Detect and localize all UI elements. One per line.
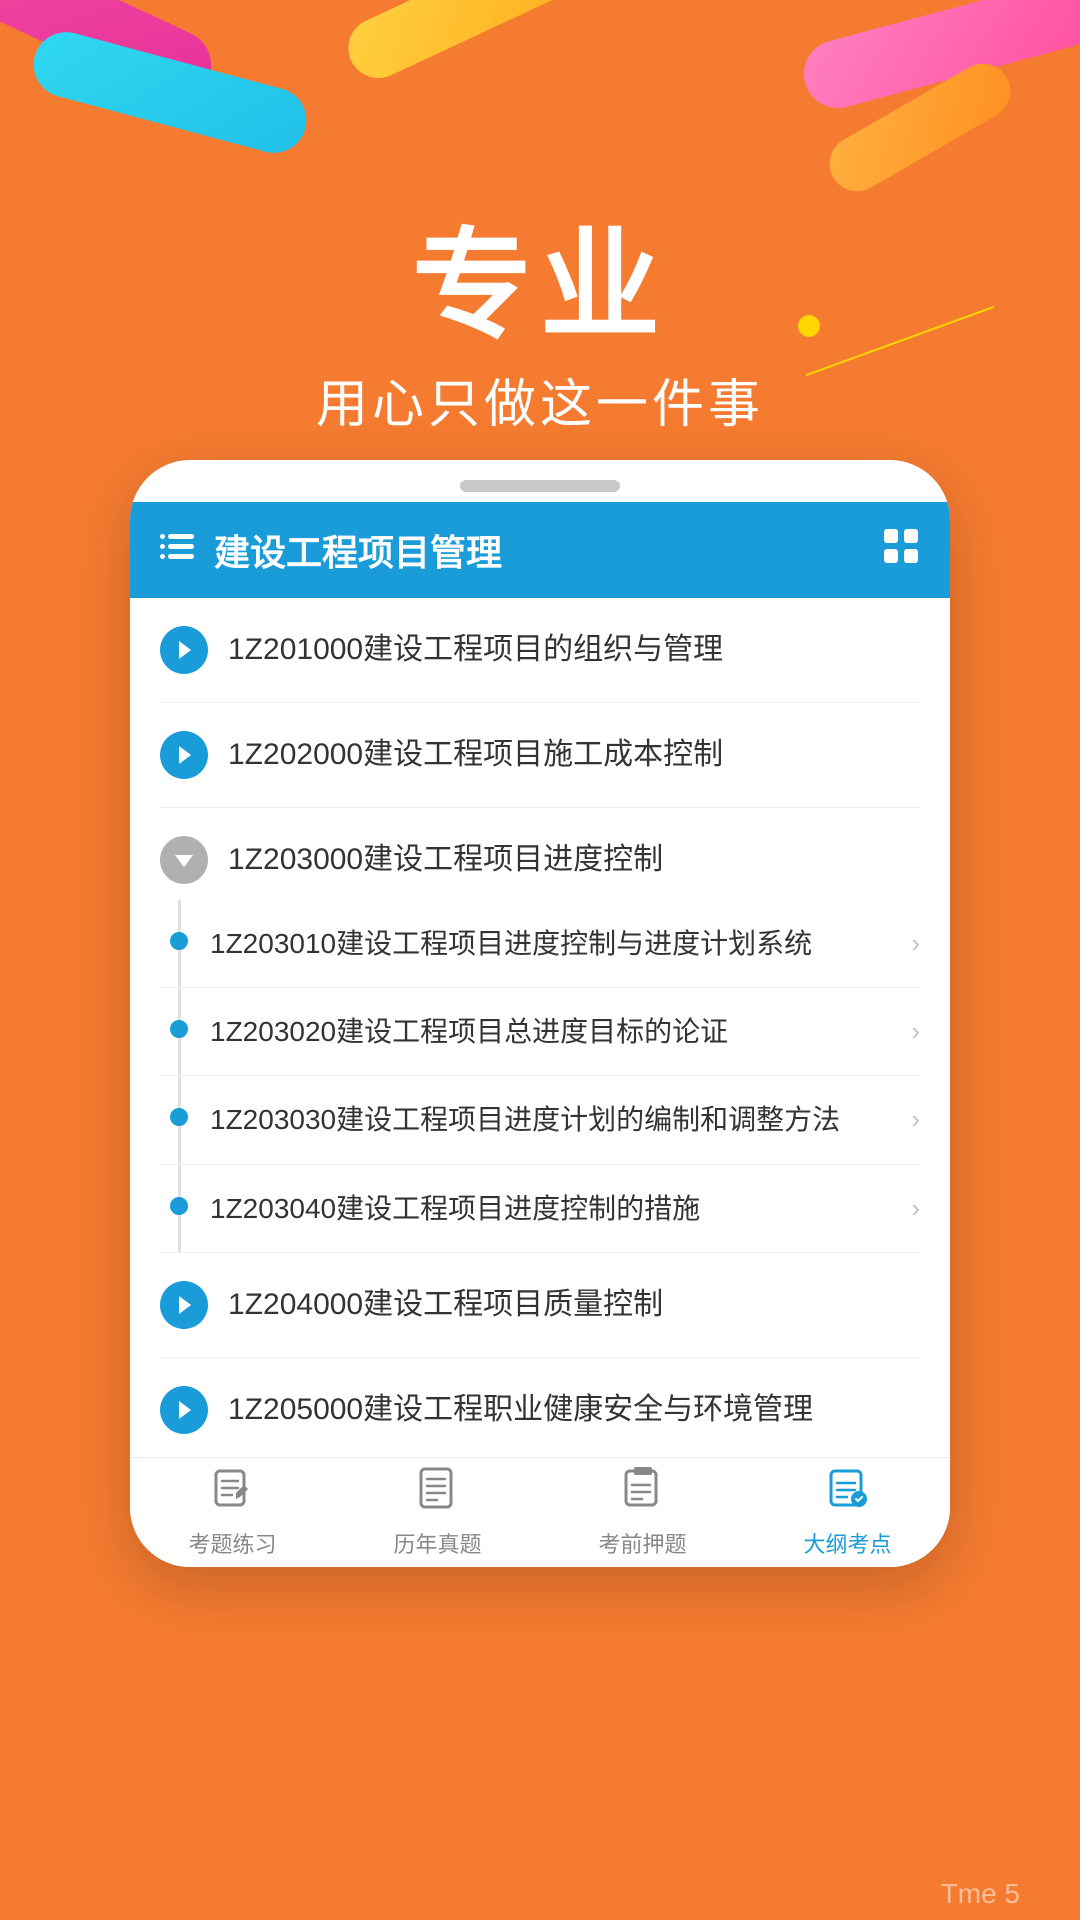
sub-item[interactable]: 1Z203030建设工程项目进度计划的编制和调整方法 › [160, 1076, 920, 1164]
timeline-dot-3 [170, 1108, 188, 1126]
practice-icon [210, 1465, 256, 1521]
phone-mockup: 建设工程项目管理 1Z201000建设工程项目的组织与管理 [130, 460, 950, 1567]
timeline-dot-4 [170, 1197, 188, 1215]
phone-notch [460, 480, 620, 492]
sub-item-text-3: 1Z203030建设工程项目进度计划的编制和调整方法 [210, 1100, 901, 1139]
chevron-icon-4: › [911, 1193, 920, 1224]
nav-label-3: 考前押题 [598, 1527, 686, 1559]
nav-item-past-papers[interactable]: 历年真题 [335, 1458, 540, 1567]
nav-item-prediction[interactable]: 考前押题 [540, 1458, 745, 1567]
timeline-dot-1 [170, 932, 188, 950]
item-text-5: 1Z205000建设工程职业健康安全与环境管理 [228, 1389, 920, 1431]
pill-pink [0, 0, 223, 112]
sub-item-text-4: 1Z203040建设工程项目进度控制的措施 [210, 1189, 901, 1228]
nav-label-2: 历年真题 [393, 1527, 481, 1559]
pill-cyan [26, 25, 313, 160]
item-text-3: 1Z203000建设工程项目进度控制 [228, 839, 920, 881]
nav-item-practice[interactable]: 考题练习 [130, 1458, 335, 1567]
list-item[interactable]: 1Z204000建设工程项目质量控制 [160, 1253, 920, 1358]
item-text-1: 1Z201000建设工程项目的组织与管理 [228, 629, 920, 671]
list-item-expanded[interactable]: 1Z203000建设工程项目进度控制 [160, 808, 920, 900]
sub-items-container: 1Z203010建设工程项目进度控制与进度计划系统 › 1Z203020建设工程… [160, 900, 920, 1253]
nav-item-syllabus[interactable]: 大纲考点 [745, 1458, 950, 1567]
list-icon [160, 531, 198, 569]
app-header-left: 建设工程项目管理 [160, 524, 502, 576]
app-header: 建设工程项目管理 [130, 502, 950, 598]
list-item[interactable]: 1Z205000建设工程职业健康安全与环境管理 [160, 1358, 920, 1463]
pill-yellow [339, 0, 582, 88]
nav-label-1: 考题练习 [188, 1527, 276, 1559]
timeline-dot-2 [170, 1020, 188, 1038]
item-icon-2 [160, 731, 208, 779]
nav-label-4: 大纲考点 [803, 1527, 891, 1559]
header-title: 建设工程项目管理 [214, 524, 502, 576]
hero-section: 专业 用心只做这一件事 [0, 220, 1080, 437]
sub-item[interactable]: 1Z203010建设工程项目进度控制与进度计划系统 › [160, 900, 920, 988]
bottom-nav: 考题练习 历年真题 [130, 1457, 950, 1567]
syllabus-icon [825, 1465, 871, 1521]
sub-item-text-1: 1Z203010建设工程项目进度控制与进度计划系统 [210, 924, 901, 963]
list-item[interactable]: 1Z202000建设工程项目施工成本控制 [160, 703, 920, 808]
list-container: 1Z201000建设工程项目的组织与管理 1Z202000建设工程项目施工成本控… [130, 598, 950, 1567]
chevron-icon-3: › [911, 1104, 920, 1135]
item-icon-1 [160, 626, 208, 674]
item-icon-5 [160, 1386, 208, 1434]
item-text-2: 1Z202000建设工程项目施工成本控制 [228, 734, 920, 776]
pill-pink-right [796, 0, 1080, 116]
grid-icon[interactable] [882, 527, 920, 574]
prediction-icon [620, 1465, 666, 1521]
chevron-icon-1: › [911, 928, 920, 959]
item-icon-4 [160, 1281, 208, 1329]
list-item[interactable]: 1Z201000建设工程项目的组织与管理 [160, 598, 920, 703]
pill-orange-right [820, 54, 1021, 202]
hero-subtitle: 用心只做这一件事 [0, 362, 1080, 437]
sub-item-text-2: 1Z203020建设工程项目总进度目标的论证 [210, 1012, 901, 1051]
bottom-time-text: Tme 5 [941, 1878, 1020, 1910]
past-papers-icon [415, 1465, 461, 1521]
item-icon-3 [160, 836, 208, 884]
deco-dot [798, 315, 820, 337]
sub-item[interactable]: 1Z203040建设工程项目进度控制的措施 › [160, 1165, 920, 1253]
chevron-icon-2: › [911, 1016, 920, 1047]
sub-item[interactable]: 1Z203020建设工程项目总进度目标的论证 › [160, 988, 920, 1076]
item-text-4: 1Z204000建设工程项目质量控制 [228, 1284, 920, 1326]
